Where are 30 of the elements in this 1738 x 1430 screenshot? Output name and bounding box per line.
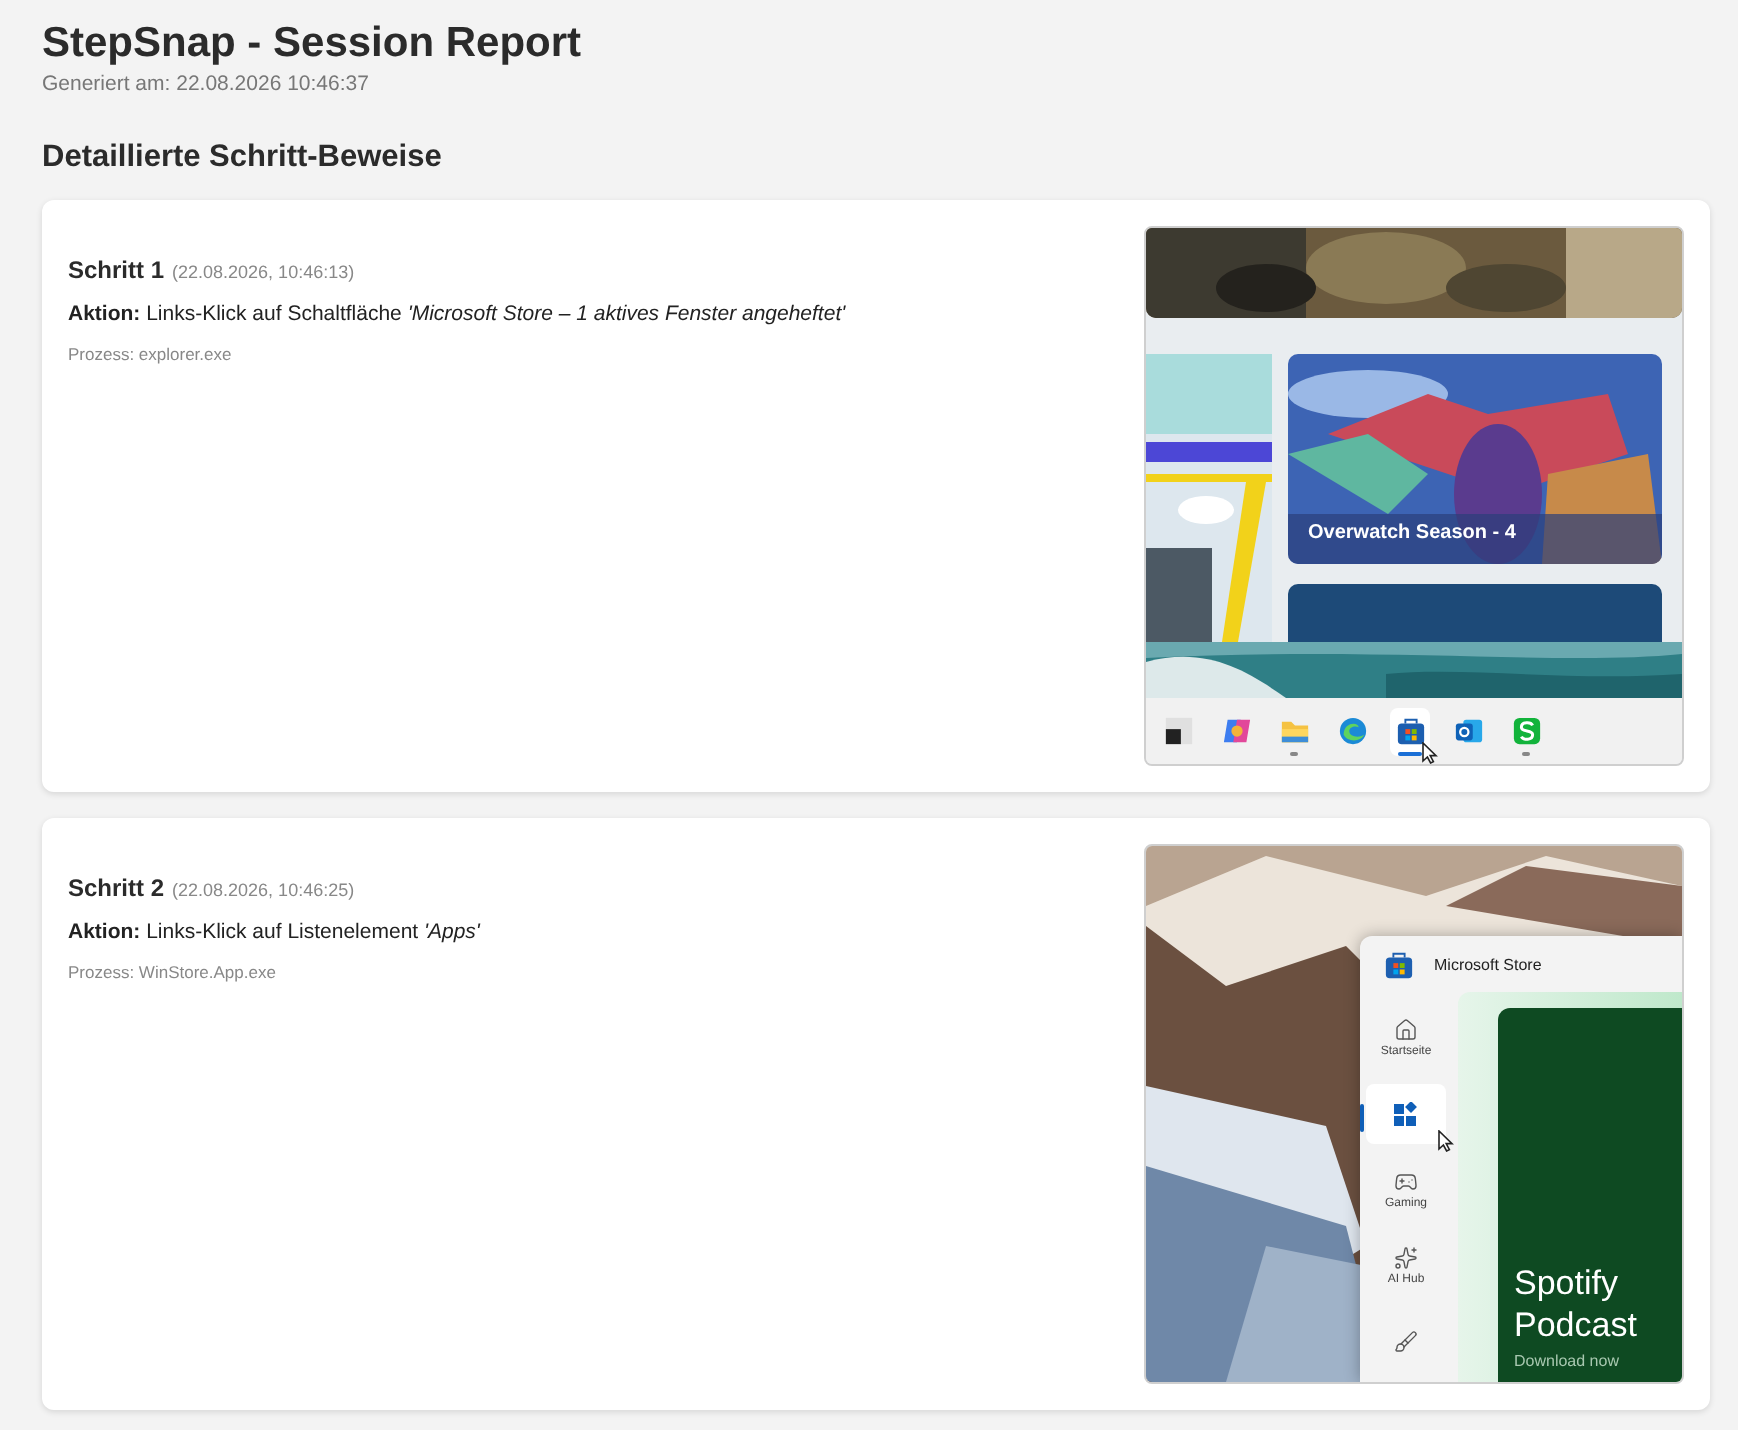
section-title: Detaillierte Schritt-Beweise <box>42 140 444 176</box>
step-title: Schritt 1 <box>68 256 165 284</box>
widgets-icon[interactable] <box>1163 716 1193 746</box>
apps-icon <box>1394 1102 1418 1126</box>
store-icon[interactable] <box>1395 716 1425 746</box>
process-text: Prozess: explorer.exe <box>68 344 234 364</box>
home-icon <box>1394 1018 1418 1042</box>
folder-icon[interactable] <box>1279 716 1309 746</box>
store-icon[interactable] <box>1384 949 1414 979</box>
step-time: (22.08.2026, 10:46:13) <box>172 262 355 282</box>
step-title: Schritt 2 <box>68 874 165 902</box>
generated-date: Generiert am: 22.08.2026 10:46:37 <box>42 72 371 96</box>
mail-icon[interactable] <box>1453 716 1483 746</box>
copilot-icon[interactable] <box>1221 716 1251 746</box>
action-text: Aktion: Links-Klick auf Listenelement 'Apps' <box>68 920 480 944</box>
browser-icon[interactable] <box>1337 716 1367 746</box>
pointer-icon <box>1438 1130 1454 1152</box>
tile-caption: Overwatch Season - 4 <box>1308 522 1516 544</box>
step-time: (22.08.2026, 10:46:25) <box>172 880 355 900</box>
brush-icon <box>1394 1330 1418 1354</box>
promo-banner[interactable]: Spotify Podcast Download now <box>1498 1008 1682 1382</box>
process-text: Prozess: WinStore.App.exe <box>68 962 278 982</box>
gamepad-icon <box>1394 1170 1418 1194</box>
pointer-icon <box>1422 741 1438 763</box>
page-title: StepSnap - Session Report <box>42 20 584 68</box>
game-tile[interactable]: Overwatch Season - 4 <box>1288 354 1662 564</box>
action-text: Aktion: Links-Klick auf Schaltfläche 'Microsoft Store – 1 aktives Fenster angeheftet' <box>68 302 846 326</box>
app-icon[interactable] <box>1511 716 1541 746</box>
sparkle-icon <box>1394 1246 1418 1270</box>
window-title: Microsoft Store <box>1434 955 1542 973</box>
